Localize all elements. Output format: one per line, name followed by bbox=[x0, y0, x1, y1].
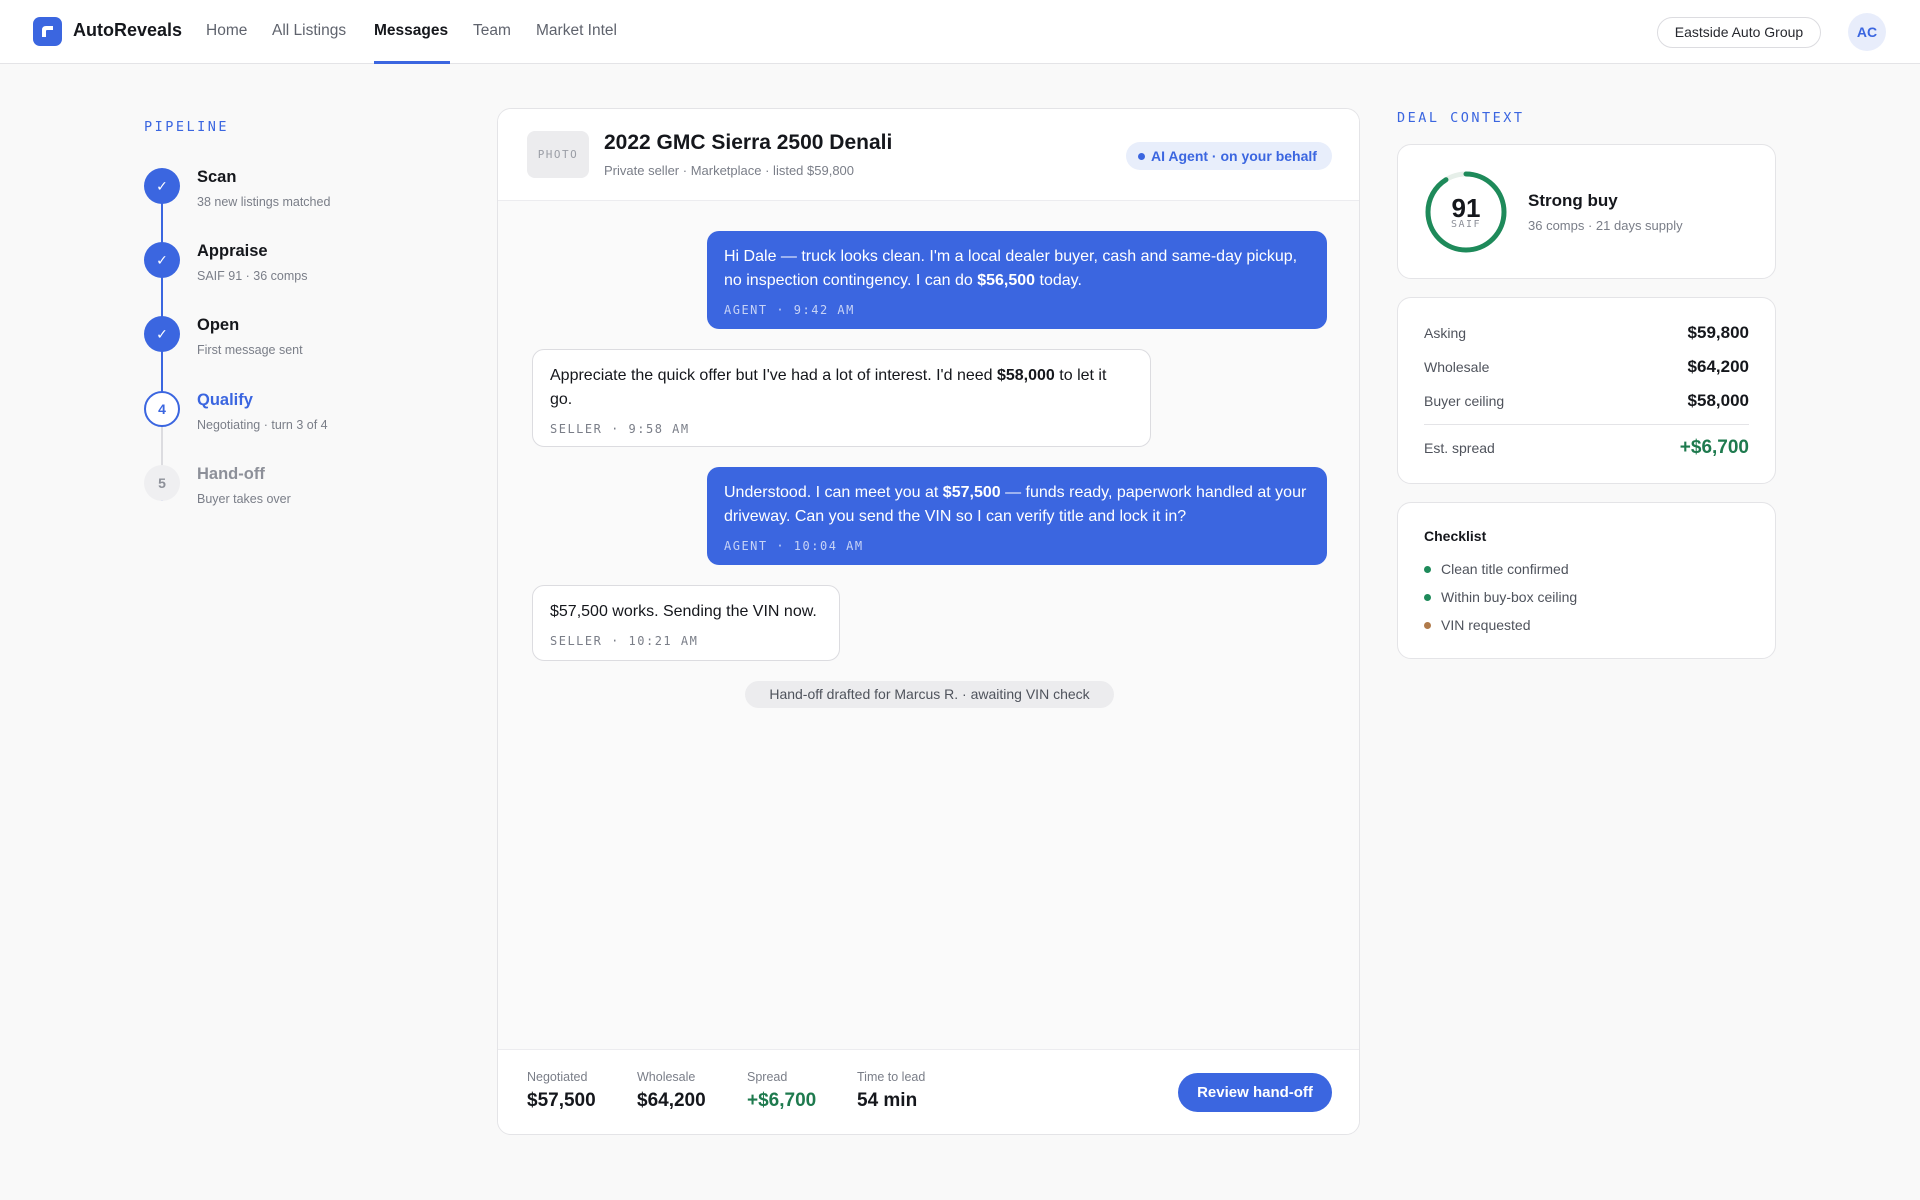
pricing-card: Asking $59,800 Wholesale $64,200 Buyer c… bbox=[1397, 297, 1776, 484]
checklist-card: Checklist Clean title confirmed Within b… bbox=[1397, 502, 1776, 659]
message-meta: AGENT · 10:04 AM bbox=[724, 539, 864, 553]
message-text: Appreciate the quick offer but I've had … bbox=[550, 367, 997, 384]
pipeline-heading: PIPELINE bbox=[144, 119, 230, 135]
nav-messages[interactable]: Messages bbox=[374, 22, 448, 40]
top-navigation-bar: AutoReveals Home All Listings Messages T… bbox=[0, 0, 1920, 64]
step-handoff-title: Hand-off bbox=[197, 465, 265, 483]
checklist-item: VIN requested bbox=[1441, 617, 1531, 633]
message-meta: SELLER · 10:21 AM bbox=[550, 634, 699, 648]
checklist-item: Within buy-box ceiling bbox=[1441, 589, 1578, 605]
message-meta: AGENT · 9:42 AM bbox=[724, 303, 855, 317]
asking-value: $59,800 bbox=[1687, 323, 1749, 342]
org-switcher[interactable]: Eastside Auto Group bbox=[1657, 17, 1821, 48]
buyer-ceiling-value: $58,000 bbox=[1687, 391, 1749, 410]
asking-label: Asking bbox=[1424, 325, 1467, 341]
message-price: $57,500 bbox=[942, 484, 1001, 501]
est-spread-label: Est. spread bbox=[1424, 440, 1495, 456]
deal-context-heading: DEAL CONTEXT bbox=[1397, 110, 1525, 126]
step-appraise-check-icon: ✓ bbox=[144, 242, 180, 278]
checklist-item: Clean title confirmed bbox=[1441, 561, 1569, 577]
stat-negotiated-value: $57,500 bbox=[527, 1090, 596, 1111]
score-label: SAIF bbox=[1450, 219, 1482, 230]
wholesale-value: $64,200 bbox=[1687, 357, 1749, 376]
review-handoff-button[interactable]: Review hand-off bbox=[1178, 1073, 1332, 1112]
pipeline-remaining-line bbox=[161, 427, 163, 467]
ai-agent-badge-label: AI Agent · on your behalf bbox=[1151, 148, 1317, 164]
nav-all-listings[interactable]: All Listings bbox=[272, 22, 346, 40]
user-avatar[interactable]: AC bbox=[1848, 13, 1886, 51]
active-nav-indicator bbox=[374, 61, 450, 64]
pricing-divider bbox=[1424, 424, 1749, 425]
status-dot-icon bbox=[1424, 566, 1431, 573]
message-text: $57,500 works. Sending the VIN now. bbox=[550, 603, 817, 620]
agent-message: Hi Dale — truck looks clean. I'm a local… bbox=[707, 231, 1327, 329]
listing-photo[interactable]: PHOTO bbox=[527, 131, 589, 178]
message-price: $58,000 bbox=[996, 367, 1055, 384]
listing-subtitle: Private seller · Marketplace · listed $5… bbox=[604, 163, 855, 178]
step-handoff-number: 5 bbox=[144, 465, 180, 501]
step-scan-check-icon: ✓ bbox=[144, 168, 180, 204]
message-price: $56,500 bbox=[977, 272, 1036, 289]
step-open-title: Open bbox=[197, 316, 240, 334]
stat-time-value: 54 min bbox=[857, 1090, 918, 1111]
score-detail: 36 comps · 21 days supply bbox=[1528, 218, 1683, 233]
stat-wholesale-label: Wholesale bbox=[637, 1070, 696, 1084]
deal-summary-bar: Negotiated $57,500 Wholesale $64,200 Spr… bbox=[498, 1049, 1359, 1134]
handoff-system-note: Hand-off drafted for Marcus R. · awaitin… bbox=[745, 681, 1114, 708]
status-dot-icon bbox=[1424, 594, 1431, 601]
checklist-title: Checklist bbox=[1424, 528, 1487, 544]
nav-team[interactable]: Team bbox=[473, 22, 511, 40]
conversation-header: PHOTO 2022 GMC Sierra 2500 Denali Privat… bbox=[498, 109, 1359, 201]
step-scan-sub: 38 new listings matched bbox=[197, 195, 331, 209]
listing-title: 2022 GMC Sierra 2500 Denali bbox=[604, 131, 893, 154]
step-qualify-title: Qualify bbox=[197, 391, 253, 409]
message-text: Understood. I can meet you at bbox=[724, 484, 943, 501]
step-appraise-sub: SAIF 91 · 36 comps bbox=[197, 269, 308, 283]
nav-market-intel[interactable]: Market Intel bbox=[536, 22, 617, 40]
seller-message: Appreciate the quick offer but I've had … bbox=[532, 349, 1151, 447]
step-open-check-icon: ✓ bbox=[144, 316, 180, 352]
step-handoff-sub: Buyer takes over bbox=[197, 492, 291, 506]
autoreveals-logo-icon[interactable] bbox=[33, 17, 62, 46]
step-qualify-sub: Negotiating · turn 3 of 4 bbox=[197, 418, 328, 432]
status-dot-icon bbox=[1424, 622, 1431, 629]
est-spread-value: +$6,700 bbox=[1679, 437, 1749, 458]
stat-negotiated-label: Negotiated bbox=[527, 1070, 588, 1084]
score-card: 91 SAIF Strong buy 36 comps · 21 days su… bbox=[1397, 144, 1776, 279]
step-open-sub: First message sent bbox=[197, 343, 303, 357]
step-appraise-title: Appraise bbox=[197, 242, 268, 260]
stat-spread-value: +$6,700 bbox=[747, 1090, 817, 1111]
brand-name[interactable]: AutoReveals bbox=[73, 20, 182, 41]
status-dot-icon bbox=[1138, 153, 1145, 160]
stat-time-label: Time to lead bbox=[857, 1070, 926, 1084]
score-verdict: Strong buy bbox=[1528, 191, 1618, 210]
stat-spread-label: Spread bbox=[747, 1070, 788, 1084]
wholesale-label: Wholesale bbox=[1424, 359, 1490, 375]
buyer-ceiling-label: Buyer ceiling bbox=[1424, 393, 1505, 409]
conversation-panel: PHOTO 2022 GMC Sierra 2500 Denali Privat… bbox=[497, 108, 1360, 1135]
step-scan-title: Scan bbox=[197, 168, 237, 186]
message-meta: SELLER · 9:58 AM bbox=[550, 422, 690, 436]
nav-home[interactable]: Home bbox=[206, 22, 247, 40]
step-qualify-number: 4 bbox=[144, 391, 180, 427]
agent-message: Understood. I can meet you at $57,500 — … bbox=[707, 467, 1327, 565]
ai-agent-badge: AI Agent · on your behalf bbox=[1126, 142, 1332, 170]
seller-message: $57,500 works. Sending the VIN now. SELL… bbox=[532, 585, 840, 661]
stat-wholesale-value: $64,200 bbox=[637, 1090, 706, 1111]
message-text: today. bbox=[1035, 272, 1082, 289]
